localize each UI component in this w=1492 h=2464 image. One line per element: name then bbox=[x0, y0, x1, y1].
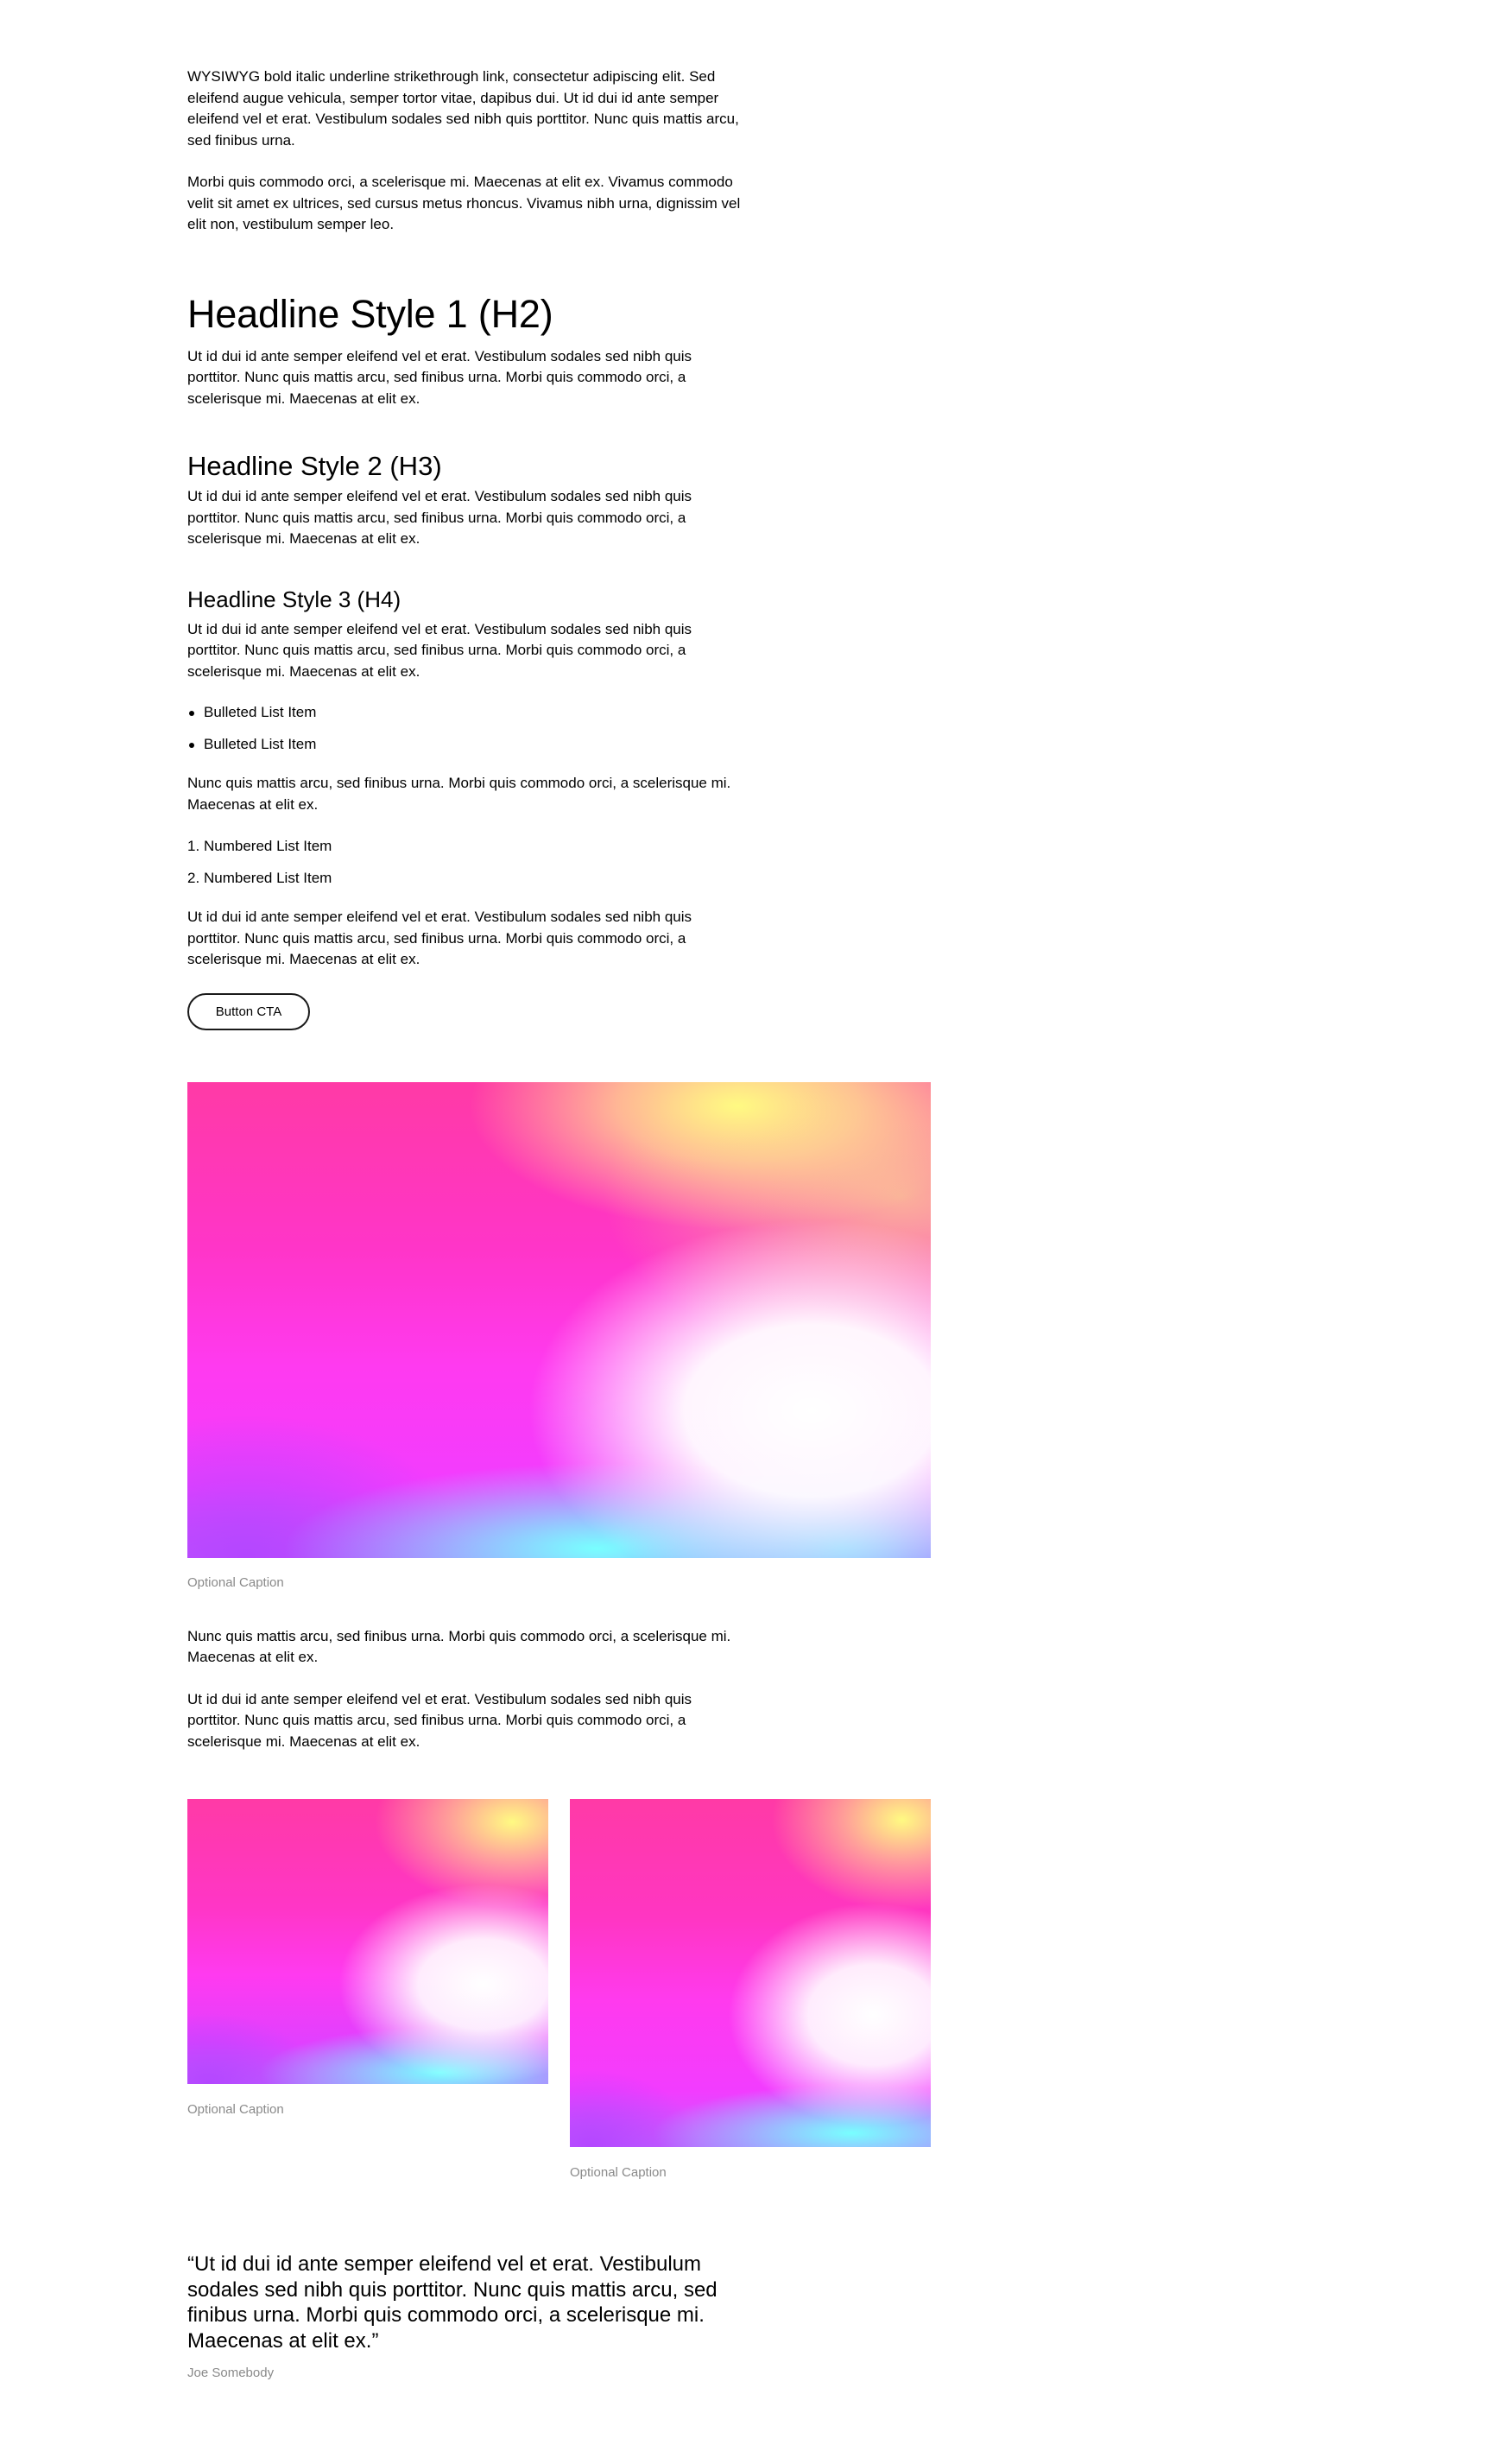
h4-section: Headline Style 3 (H4) Ut id dui id ante … bbox=[187, 586, 744, 683]
wide-figure: Optional Caption bbox=[187, 1081, 939, 1592]
body-paragraph: Ut id dui id ante semper eleifend vel et… bbox=[187, 909, 692, 967]
list-item-label: Numbered List Item bbox=[204, 838, 332, 854]
cta-button[interactable]: Button CTA bbox=[187, 992, 310, 1030]
pull-quote: “Ut id dui id ante semper eleifend vel e… bbox=[187, 2252, 744, 2382]
quote-text: “Ut id dui id ante semper eleifend vel e… bbox=[187, 2252, 718, 2353]
intro-section: WYSIWYG bold italic underline strikethro… bbox=[187, 67, 744, 236]
list-number: 1. bbox=[187, 838, 200, 854]
intro-paragraph: Morbi quis commodo orci, a scelerisque m… bbox=[187, 174, 741, 232]
cta-wrapper: Button CTA bbox=[187, 992, 939, 1030]
numbered-list-item: 1. Numbered List Item bbox=[187, 836, 744, 858]
body-paragraph: Ut id dui id ante semper eleifend vel et… bbox=[187, 620, 692, 680]
h3-section: Headline Style 2 (H3) Ut id dui id ante … bbox=[187, 450, 744, 550]
body-paragraph: Ut id dui id ante semper eleifend vel et… bbox=[187, 347, 692, 407]
image-caption: Optional Caption bbox=[187, 2102, 284, 2117]
image-caption: Optional Caption bbox=[187, 1574, 284, 1590]
intro-paragraph: WYSIWYG bold italic underline strikethro… bbox=[187, 68, 739, 149]
quote-author: Joe Somebody bbox=[187, 2366, 275, 2380]
bulleted-list: Bulleted List Item Bulleted List Item bbox=[187, 702, 744, 755]
body-paragraph: Ut id dui id ante semper eleifend vel et… bbox=[187, 1690, 692, 1750]
list-number: 2. bbox=[187, 869, 200, 886]
headline-h3: Headline Style 2 (H3) bbox=[187, 451, 442, 481]
gradient-image bbox=[570, 1799, 931, 2147]
image-pair: Optional Caption Optional Caption bbox=[187, 1799, 939, 2205]
headline-h4: Headline Style 3 (H4) bbox=[187, 586, 401, 612]
headline-h2: Headline Style 1 (H2) bbox=[187, 291, 553, 336]
bulleted-list-item: Bulleted List Item bbox=[187, 734, 744, 756]
body-paragraph: Nunc quis mattis arcu, sed finibus urna.… bbox=[187, 1627, 731, 1666]
numbered-list: 1. Numbered List Item 2. Numbered List I… bbox=[187, 836, 744, 889]
list-item-label: Numbered List Item bbox=[204, 869, 332, 886]
body-paragraph: Nunc quis mattis arcu, sed finibus urna.… bbox=[187, 775, 731, 813]
bulleted-list-item: Bulleted List Item bbox=[187, 702, 744, 724]
gradient-image bbox=[187, 1081, 931, 1558]
gradient-image bbox=[187, 1799, 548, 2084]
post-figure-section: Nunc quis mattis arcu, sed finibus urna.… bbox=[187, 1626, 744, 1753]
numbered-list-item: 2. Numbered List Item bbox=[187, 868, 744, 890]
h2-section: Headline Style 1 (H2) Ut id dui id ante … bbox=[187, 290, 744, 410]
article-content: WYSIWYG bold italic underline strikethro… bbox=[187, 67, 939, 2382]
image-caption: Optional Caption bbox=[570, 2165, 667, 2180]
body-paragraph: Ut id dui id ante semper eleifend vel et… bbox=[187, 488, 692, 547]
